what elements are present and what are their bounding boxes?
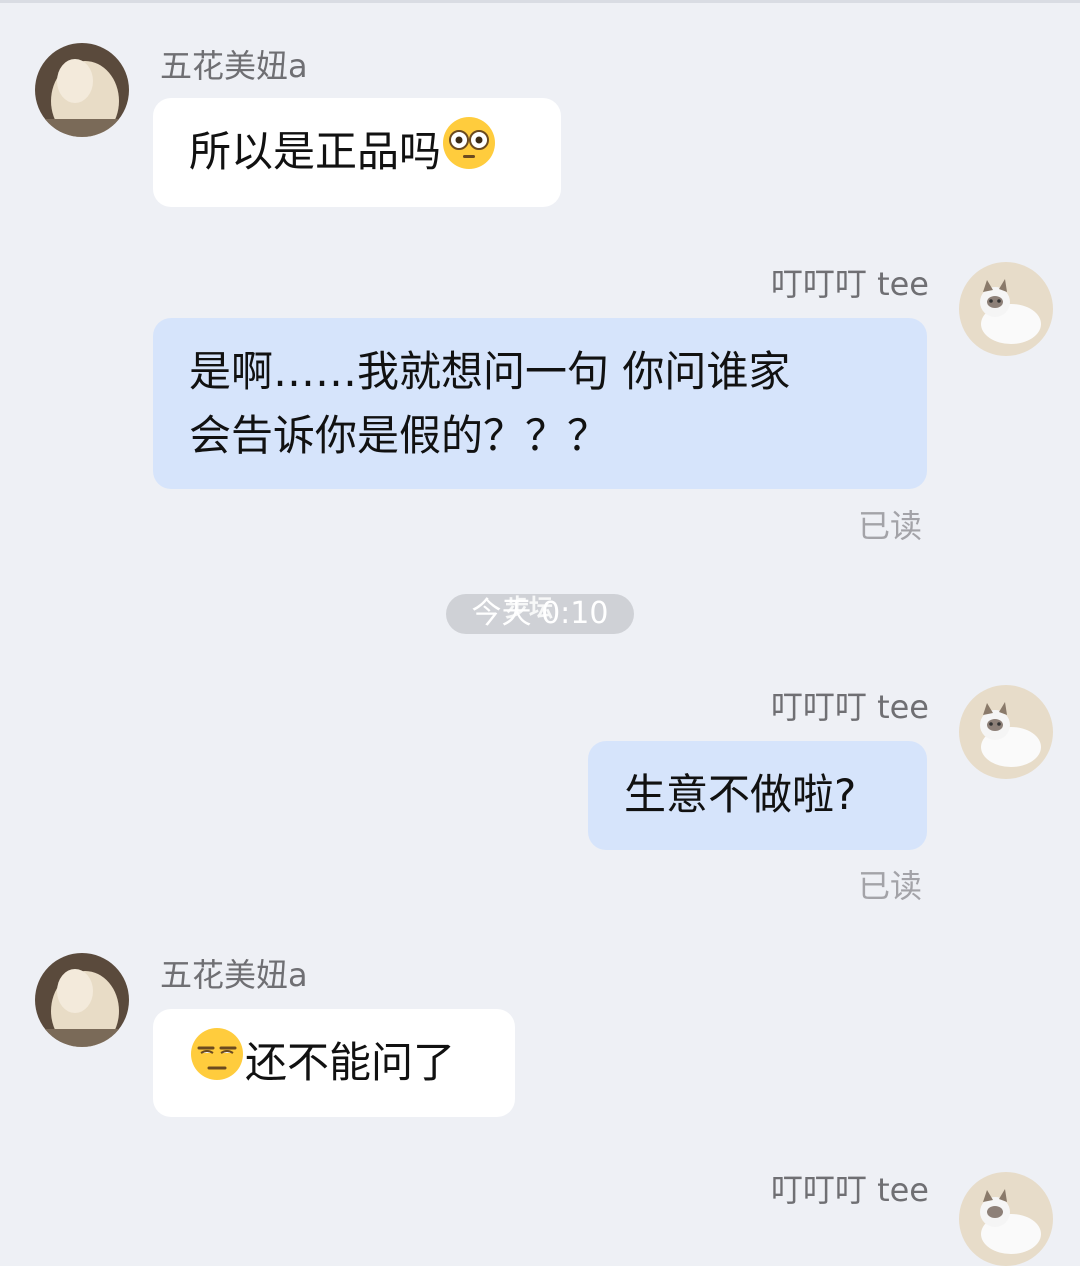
sender-name: 五花美妞a — [160, 956, 308, 994]
watermark: 步坛 — [505, 594, 553, 622]
sender-name: 叮叮叮 tee — [770, 688, 929, 726]
message-text: 所以是正品吗 — [189, 127, 442, 176]
message-bubble[interactable]: 所以是正品吗 — [153, 98, 561, 207]
message-bubble[interactable]: 是啊……我就想问一句 你问谁家 会告诉你是假的？？？ — [153, 318, 927, 489]
avatar-dingding[interactable] — [959, 1172, 1053, 1266]
avatar-wuhua[interactable] — [35, 953, 129, 1047]
message-bubble[interactable]: 还不能问了 — [153, 1009, 515, 1117]
message-text-line-2: 会告诉你是假的？？？ — [189, 411, 610, 460]
read-status: 已读 — [858, 507, 923, 545]
sender-name: 叮叮叮 tee — [770, 1171, 929, 1209]
avatar-dingding[interactable] — [959, 685, 1053, 779]
avatar-wuhua[interactable] — [35, 43, 129, 137]
top-divider — [0, 0, 1080, 3]
message-bubble[interactable]: 生意不做啦? — [588, 741, 927, 850]
message-text: 还不能问了 — [245, 1038, 456, 1087]
sender-name: 五花美妞a — [160, 47, 308, 85]
unamused-face-icon — [189, 1026, 245, 1100]
message-text-line-1: 是啊……我就想问一句 你问谁家 — [189, 347, 791, 396]
read-status: 已读 — [858, 867, 923, 905]
sender-name: 叮叮叮 tee — [770, 265, 929, 303]
message-text: 生意不做啦? — [624, 770, 857, 819]
avatar-dingding[interactable] — [959, 262, 1053, 356]
flushed-face-icon — [441, 115, 497, 189]
